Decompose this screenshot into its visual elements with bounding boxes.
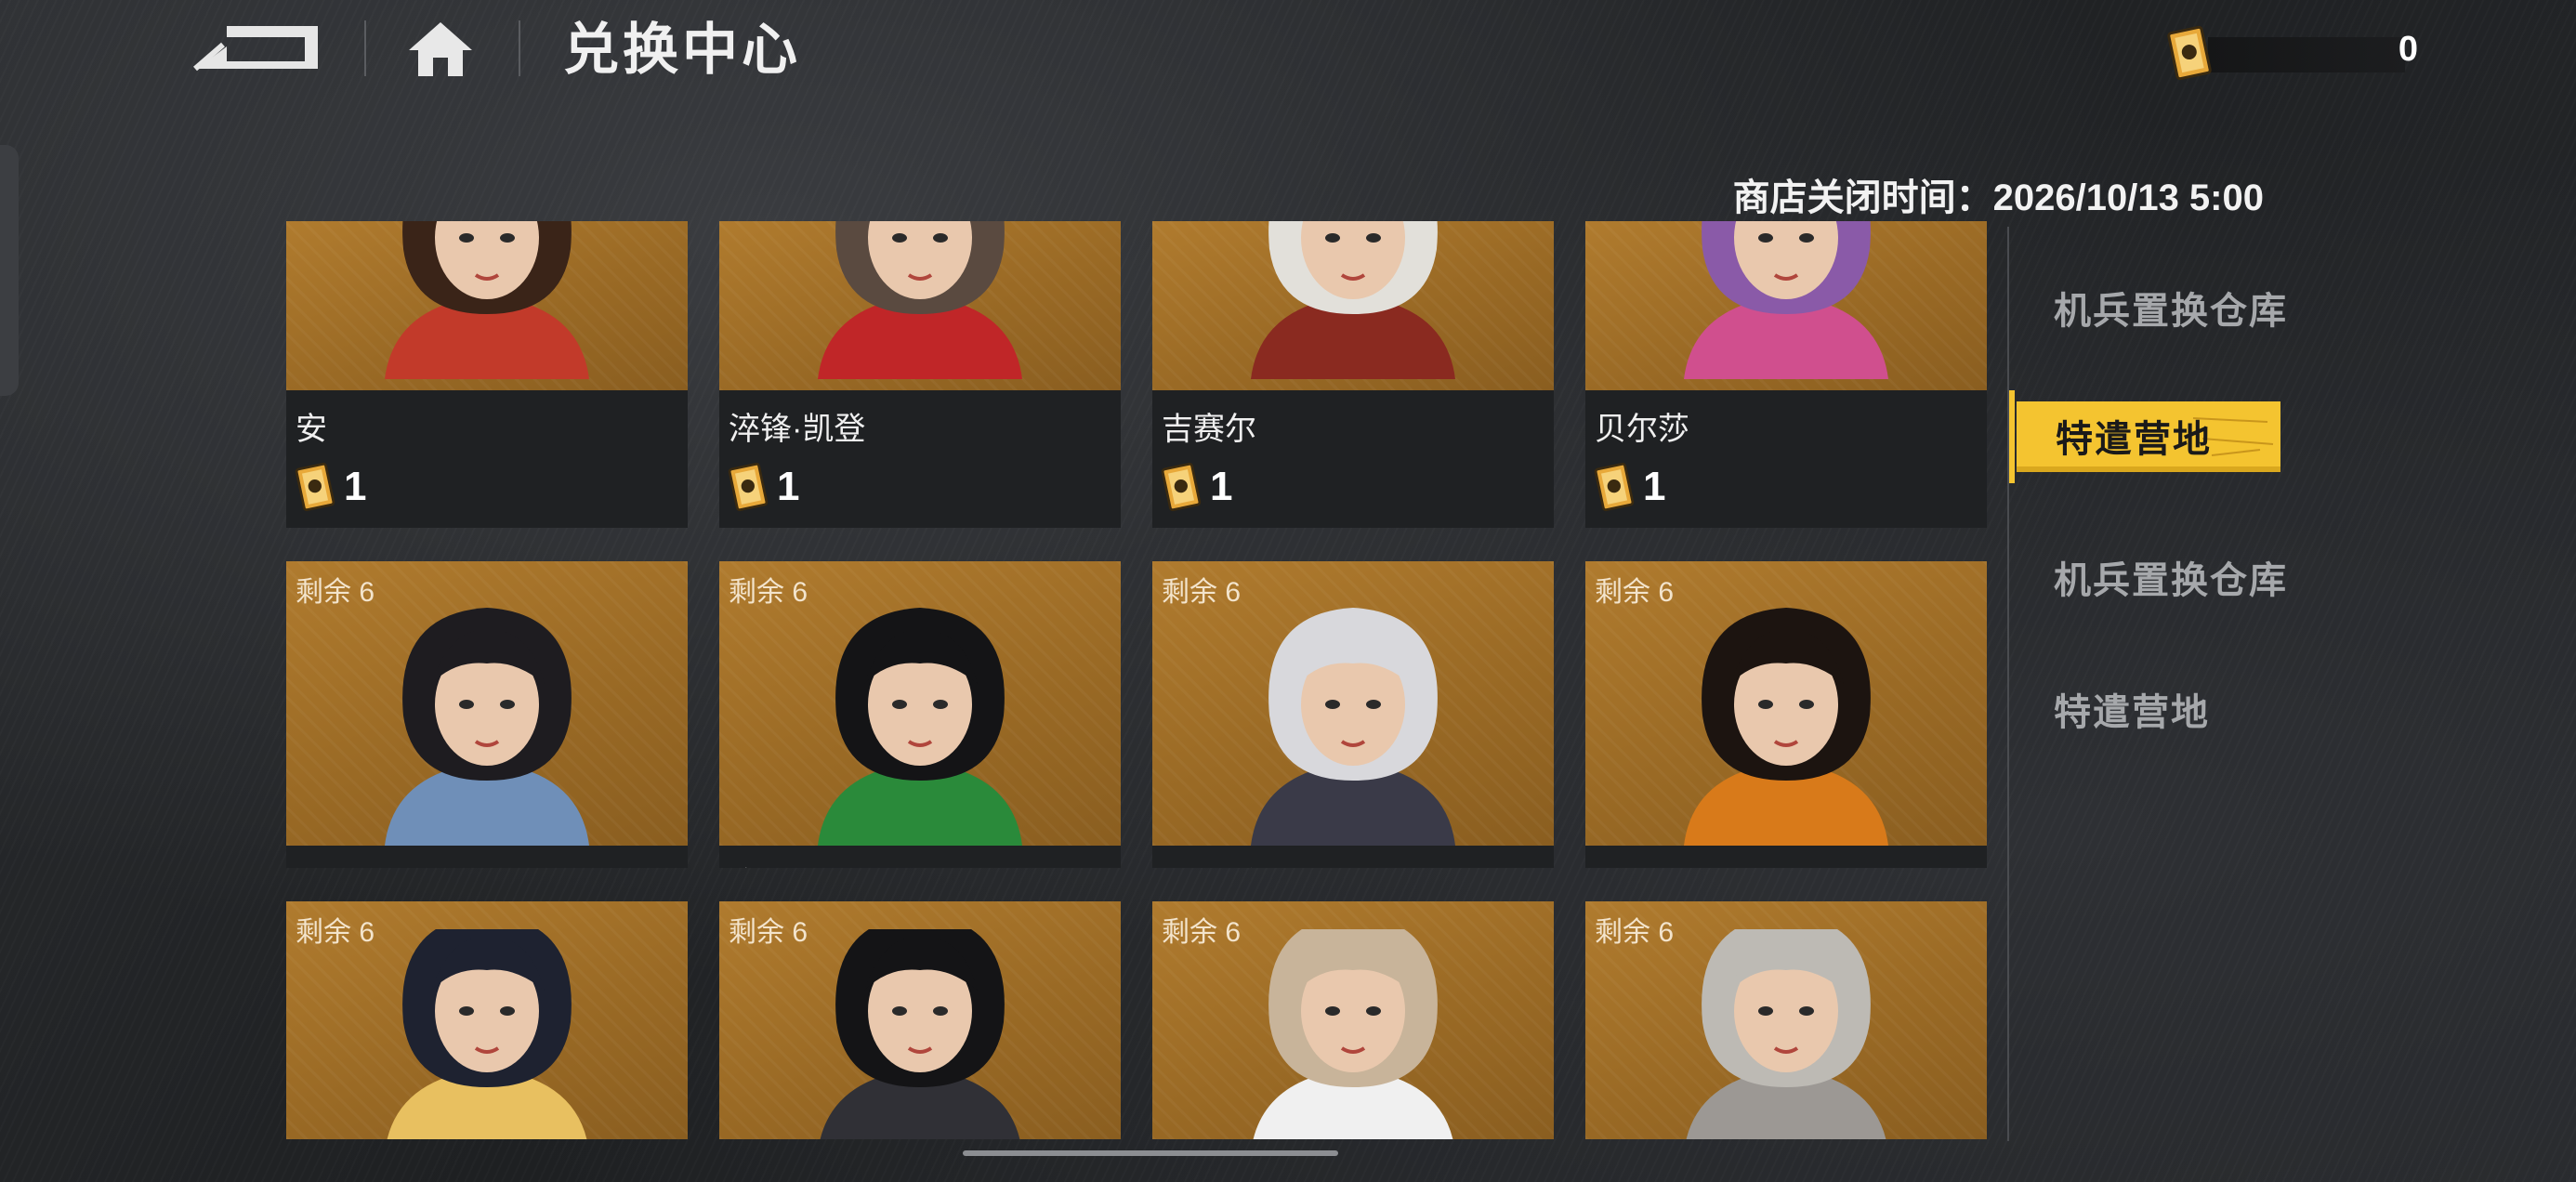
character-portrait-icon (818, 221, 1022, 379)
home-indicator[interactable] (963, 1150, 1338, 1156)
character-name: 洛莎·审判 (1162, 859, 1298, 868)
exchange-card[interactable]: 吉赛尔 1 (1152, 221, 1554, 528)
card-cost: 1 (1591, 461, 1665, 513)
character-portrait-icon (385, 221, 589, 379)
card-art (1585, 221, 1987, 390)
card-art (1152, 221, 1554, 390)
card-art (286, 221, 688, 390)
exchange-card[interactable]: 安1 (286, 221, 688, 528)
remaining-count: 剩余 6 (729, 577, 808, 608)
back-arrow-icon[interactable] (186, 19, 323, 76)
nav-divider (2007, 227, 2009, 1141)
character-name: 吉赛尔 (1162, 412, 1256, 447)
exchange-ticket-icon (1161, 462, 1202, 512)
home-icon[interactable] (405, 19, 476, 80)
character-portrait-icon (1251, 608, 1455, 846)
shop-close-time: 商店关闭时间：2026/10/13 5:00 (1732, 177, 2264, 218)
character-portrait-icon (1684, 608, 1888, 846)
exchange-ticket-icon (295, 462, 335, 512)
remaining-count: 剩余 6 (1595, 577, 1675, 608)
card-art: 剩余 6 (1152, 561, 1554, 846)
exchange-card[interactable]: 剩余 6 (719, 901, 1121, 1139)
exchange-card[interactable]: 剩余 6 (286, 901, 688, 1139)
cost-value: 1 (1210, 464, 1233, 509)
card-art: 剩余 6 (719, 901, 1121, 1139)
currency-value: 0 (2398, 30, 2418, 69)
card-cost: 1 (1158, 461, 1232, 513)
exchange-card[interactable]: 剩余 6 (1152, 901, 1554, 1139)
page-title: 兑换中心 (563, 19, 801, 81)
remaining-count: 剩余 6 (296, 577, 375, 608)
card-art (719, 221, 1121, 390)
side-drawer-handle[interactable] (0, 145, 19, 396)
character-portrait-icon (818, 608, 1022, 846)
exchange-card[interactable]: 淬锋·凯登 1 (719, 221, 1121, 528)
nav-item-task-camp[interactable]: 特遣营地 (2054, 682, 2210, 736)
card-cost: 1 (292, 461, 366, 513)
remaining-count: 剩余 6 (1162, 577, 1242, 608)
character-name: 哈达威 (296, 859, 390, 868)
cost-value: 1 (777, 464, 800, 509)
exchange-card[interactable]: 剩余 6唐小葵1 (719, 561, 1121, 868)
exchange-ticket-icon (2167, 25, 2212, 81)
character-portrait-icon (385, 608, 589, 846)
nav-item-mech-warehouse[interactable]: 机兵置换仓库 (2054, 281, 2288, 335)
card-art: 剩余 6 (719, 561, 1121, 846)
currency-bar (2208, 37, 2405, 72)
character-portrait-icon (387, 929, 587, 1139)
character-portrait-icon (1684, 221, 1888, 379)
character-portrait-icon (1253, 929, 1453, 1139)
card-cost: 1 (725, 461, 799, 513)
exchange-ticket-icon (728, 462, 769, 512)
remaining-count: 剩余 6 (1595, 917, 1675, 948)
character-name: 淬锋·凯登 (729, 412, 866, 447)
cost-value: 1 (344, 464, 367, 509)
card-art: 剩余 6 (286, 561, 688, 846)
character-name: 贝尔莎 (1595, 412, 1689, 447)
exchange-card[interactable]: 剩余 6洛莎·审判1 (1152, 561, 1554, 868)
card-art: 剩余 6 (1585, 561, 1987, 846)
exchange-grid[interactable]: 安1淬锋·凯登1吉赛尔1贝尔莎1剩余 6哈达威1剩余 6唐小葵1剩余 6洛莎·审… (286, 221, 1989, 1139)
currency-display: 0 (2163, 24, 2424, 89)
character-name: 玛阿特 (1595, 859, 1689, 868)
exchange-ticket-icon (1594, 462, 1635, 512)
exchange-card[interactable]: 剩余 6玛阿特1 (1585, 561, 1987, 868)
nav-item-label: 特遣营地 (2056, 419, 2212, 460)
character-name: 安 (296, 412, 327, 447)
character-portrait-icon (1686, 929, 1886, 1139)
exchange-card[interactable]: 剩余 6 (1585, 901, 1987, 1139)
nav-item-task-camp-active[interactable]: 特遣营地 (2009, 388, 2280, 487)
remaining-count: 剩余 6 (1162, 917, 1242, 948)
card-art: 剩余 6 (286, 901, 688, 1139)
header-divider (364, 20, 366, 76)
cost-value: 1 (1643, 464, 1666, 509)
card-art: 剩余 6 (1152, 901, 1554, 1139)
exchange-card[interactable]: 剩余 6哈达威1 (286, 561, 688, 868)
card-art: 剩余 6 (1585, 901, 1987, 1139)
remaining-count: 剩余 6 (729, 917, 808, 948)
character-portrait-icon (1251, 221, 1455, 379)
active-indicator (2009, 390, 2015, 483)
nav-item-mech-warehouse[interactable]: 机兵置换仓库 (2054, 550, 2288, 604)
remaining-count: 剩余 6 (296, 917, 375, 948)
character-portrait-icon (820, 929, 1020, 1139)
exchange-card[interactable]: 贝尔莎 1 (1585, 221, 1987, 528)
character-name: 唐小葵 (729, 859, 823, 868)
header-divider (519, 20, 520, 76)
